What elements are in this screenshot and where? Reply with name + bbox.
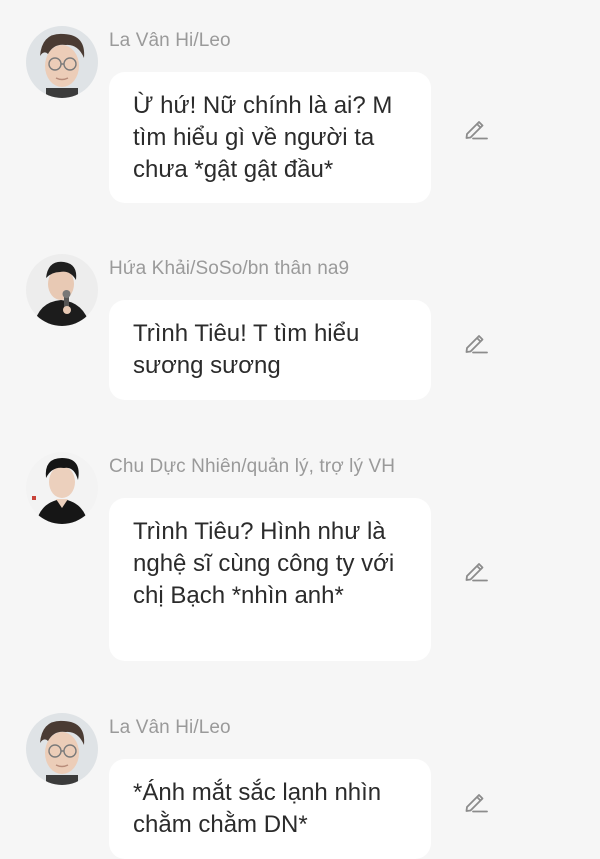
avatar-glasses-icon[interactable] [26,713,98,785]
message-bubble: Trình Tiêu? Hình như là nghệ sĩ cùng côn… [109,498,431,661]
avatar-dark-shirt-icon[interactable] [26,452,98,524]
avatar-microphone-icon[interactable] [26,254,98,326]
pencil-edit-icon[interactable] [462,328,490,356]
message-bubble: Ừ hứ! Nữ chính là ai? M tìm hiểu gì về n… [109,72,431,203]
pencil-edit-icon[interactable] [462,787,490,815]
sender-name: La Vân Hi/Leo [109,717,231,738]
pencil-edit-icon[interactable] [462,114,490,142]
message-bubble: Trình Tiêu! T tìm hiểu sương sương [109,300,431,400]
sender-name: Chu Dực Nhiên/quản lý, trợ lý VH [109,456,396,477]
pencil-edit-icon[interactable] [462,556,490,584]
sender-name: Hứa Khải/SoSo/bn thân na9 [109,258,350,279]
sender-name: La Vân Hi/Leo [109,30,231,51]
message-bubble: *Ánh mắt sắc lạnh nhìn chằm chằm DN* [109,759,431,859]
avatar-glasses-icon[interactable] [26,26,98,98]
